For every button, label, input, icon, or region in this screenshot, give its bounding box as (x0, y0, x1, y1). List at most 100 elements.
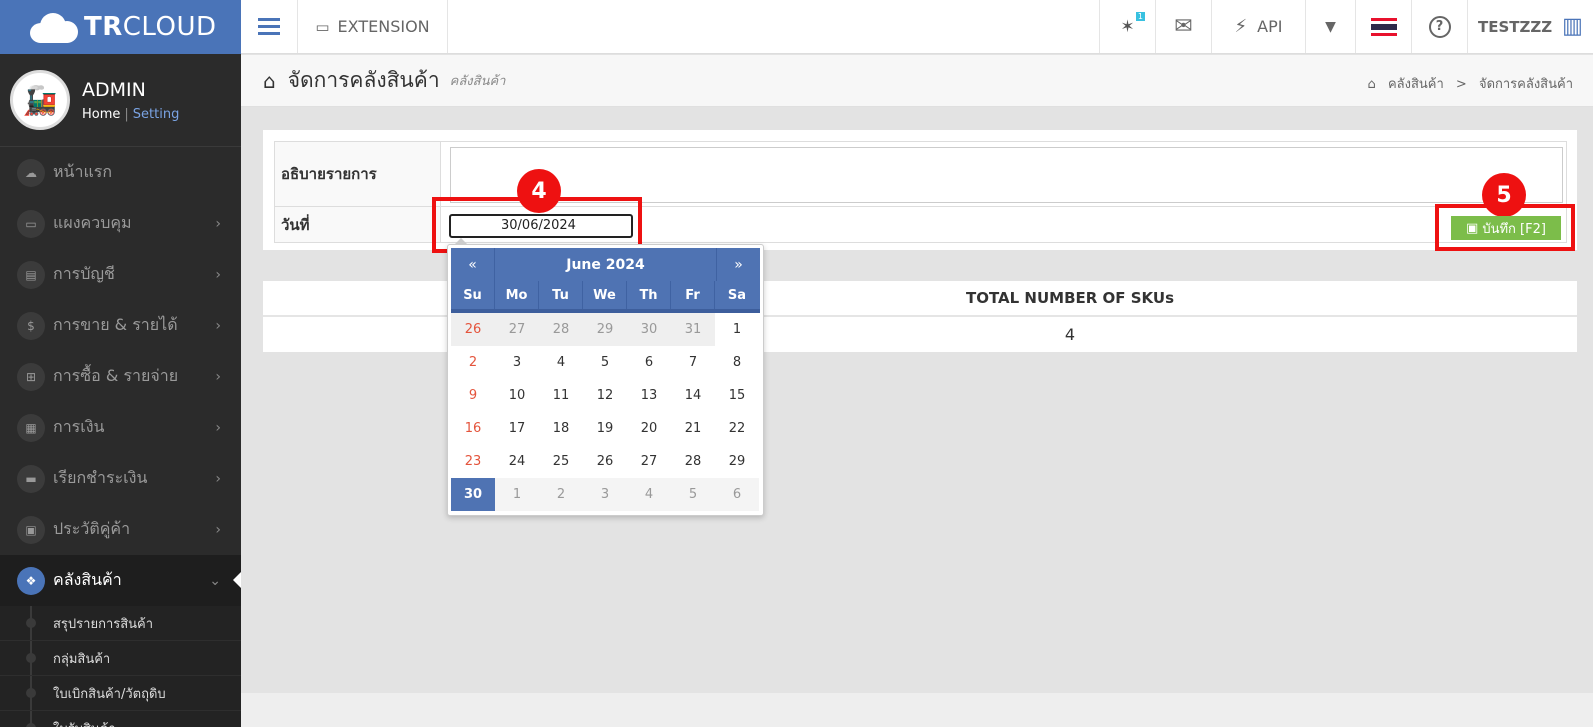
calendar-day[interactable]: 5 (583, 346, 627, 379)
calendar-day[interactable]: 15 (715, 379, 759, 412)
step-4-badge: 4 (517, 169, 561, 213)
sidebar-item-label: การขาย & รายได้ (53, 315, 178, 334)
announcement-button[interactable]: ✶ 1 (1100, 0, 1156, 53)
calendar-day[interactable]: 22 (715, 412, 759, 445)
calendar-day[interactable]: 24 (495, 445, 539, 478)
mail-button[interactable]: ✉ (1156, 0, 1212, 53)
content-header: ⌂ จัดการคลังสินค้า คลังสินค้า ⌂ คลังสินค… (241, 55, 1593, 107)
home-link[interactable]: Home (82, 107, 120, 122)
setting-link[interactable]: Setting (133, 107, 180, 122)
sidebar-item-label: หน้าแรก (53, 162, 113, 181)
calendar-day[interactable]: 4 (539, 346, 583, 379)
sidebar-item[interactable]: ▦ การเงิน › (0, 402, 241, 453)
dropdown-button[interactable]: ▼ (1306, 0, 1356, 53)
page-subtitle: คลังสินค้า (449, 74, 506, 89)
calendar-day[interactable]: 21 (671, 412, 715, 445)
weekday-header: Fr (671, 281, 715, 309)
sidebar-item-label: ประวัติคู่ค้า (53, 519, 131, 538)
logo[interactable]: TRCLOUD (0, 0, 241, 54)
sidebar-item-label: การบัญชี (53, 264, 115, 283)
calendar-day[interactable]: 9 (451, 379, 495, 412)
menu-toggle-button[interactable] (241, 0, 298, 53)
calendar-day[interactable]: 5 (671, 478, 715, 511)
calendar-day[interactable]: 1 (495, 478, 539, 511)
description-textarea[interactable] (450, 147, 1563, 203)
calendar-day[interactable]: 25 (539, 445, 583, 478)
calendar-day[interactable]: 6 (715, 478, 759, 511)
cubes-icon: ❖ (17, 566, 45, 595)
calendar-day[interactable]: 30 (627, 313, 671, 346)
calendar-day[interactable]: 28 (671, 445, 715, 478)
page-title: จัดการคลังสินค้า (287, 68, 440, 92)
language-button[interactable] (1356, 0, 1412, 53)
calendar-day[interactable]: 30 (451, 478, 495, 511)
calendar-day[interactable]: 2 (539, 478, 583, 511)
sidebar-item-label: เรียกชำระเงิน (53, 468, 148, 487)
calendar-day[interactable]: 12 (583, 379, 627, 412)
calendar-day[interactable]: 27 (495, 313, 539, 346)
calendar-day[interactable]: 11 (539, 379, 583, 412)
sidebar-item[interactable]: ▣ ประวัติคู่ค้า › (0, 504, 241, 555)
calendar-day[interactable]: 16 (451, 412, 495, 445)
prev-month-button[interactable]: « (451, 248, 495, 281)
api-button[interactable]: ⚡ API (1212, 0, 1306, 53)
month-title[interactable]: June 2024 (495, 248, 716, 281)
calendar-day[interactable]: 4 (627, 478, 671, 511)
submenu-item[interactable]: ใบรับสินค้า (0, 711, 241, 727)
calendar-day[interactable]: 31 (671, 313, 715, 346)
home-icon: ⌂ (263, 68, 276, 93)
calendar-day[interactable]: 29 (583, 313, 627, 346)
cart-icon: ⊞ (17, 362, 45, 391)
weekday-header: Su (451, 281, 495, 309)
submenu-item[interactable]: ใบเบิกสินค้า/วัตถุดิบ (0, 676, 241, 711)
weekday-header: Tu (539, 281, 583, 309)
calendar-day[interactable]: 19 (583, 412, 627, 445)
sidebar-item[interactable]: ▭ แผงควบคุม › (0, 198, 241, 249)
breadcrumb-home-icon[interactable]: ⌂ (1368, 77, 1376, 92)
calendar-day[interactable]: 23 (451, 445, 495, 478)
calendar-day[interactable]: 27 (627, 445, 671, 478)
hamburger-icon (258, 14, 280, 39)
submenu-item[interactable]: สรุปรายการสินค้า (0, 606, 241, 641)
sidebar-item[interactable]: ⊞ การซื้อ & รายจ่าย › (0, 351, 241, 402)
help-button[interactable]: ? (1412, 0, 1468, 53)
calendar-day[interactable]: 28 (539, 313, 583, 346)
calendar-day[interactable]: 7 (671, 346, 715, 379)
calendar-day[interactable]: 3 (583, 478, 627, 511)
weekday-header: Sa (727, 287, 747, 303)
sidebar-item-label: การเงิน (53, 417, 105, 436)
calendar-day[interactable]: 29 (715, 445, 759, 478)
monitor-icon: ▭ (315, 17, 330, 36)
extension-button[interactable]: ▭ EXTENSION (298, 0, 448, 53)
calendar-day[interactable]: 2 (451, 346, 495, 379)
calendar-day[interactable]: 17 (495, 412, 539, 445)
calendar-day[interactable]: 1 (715, 313, 759, 346)
sidebar-item[interactable]: ☁ หน้าแรก (0, 147, 241, 198)
sidebar-item-label: การซื้อ & รายจ่าย (53, 366, 179, 385)
caret-down-icon: ▼ (1325, 18, 1336, 35)
submenu-item[interactable]: กลุ่มสินค้า (0, 641, 241, 676)
weekday-header: Th (627, 281, 671, 309)
chevron-right-icon: › (215, 419, 221, 436)
calendar-day[interactable]: 14 (671, 379, 715, 412)
sidebar-item[interactable]: $ การขาย & รายได้ › (0, 300, 241, 351)
next-month-button[interactable]: » (716, 248, 760, 281)
save-button[interactable]: ▣ บันทึก [F2] (1451, 216, 1561, 240)
calendar-day[interactable]: 3 (495, 346, 539, 379)
breadcrumb-warehouse[interactable]: คลังสินค้า (1388, 77, 1444, 92)
calendar-day[interactable]: 8 (715, 346, 759, 379)
building-icon: ▥ (1562, 14, 1583, 39)
calendar-day[interactable]: 13 (627, 379, 671, 412)
sidebar-item[interactable]: ▤ การบัญชี › (0, 249, 241, 300)
calendar-day[interactable]: 10 (495, 379, 539, 412)
calendar-day[interactable]: 20 (627, 412, 671, 445)
calendar-day[interactable]: 26 (451, 313, 495, 346)
calendar-day[interactable]: 18 (539, 412, 583, 445)
avatar[interactable]: 🚂 (10, 70, 70, 130)
sidebar-item[interactable]: ❖ คลังสินค้า ⌄ (0, 555, 241, 606)
user-menu[interactable]: TESTZZZ ▥ (1468, 0, 1593, 53)
calendar-day[interactable]: 26 (583, 445, 627, 478)
sidebar-item[interactable]: ▬ เรียกชำระเงิน › (0, 453, 241, 504)
party-popper-icon: ✶ (1120, 16, 1135, 37)
calendar-day[interactable]: 6 (627, 346, 671, 379)
